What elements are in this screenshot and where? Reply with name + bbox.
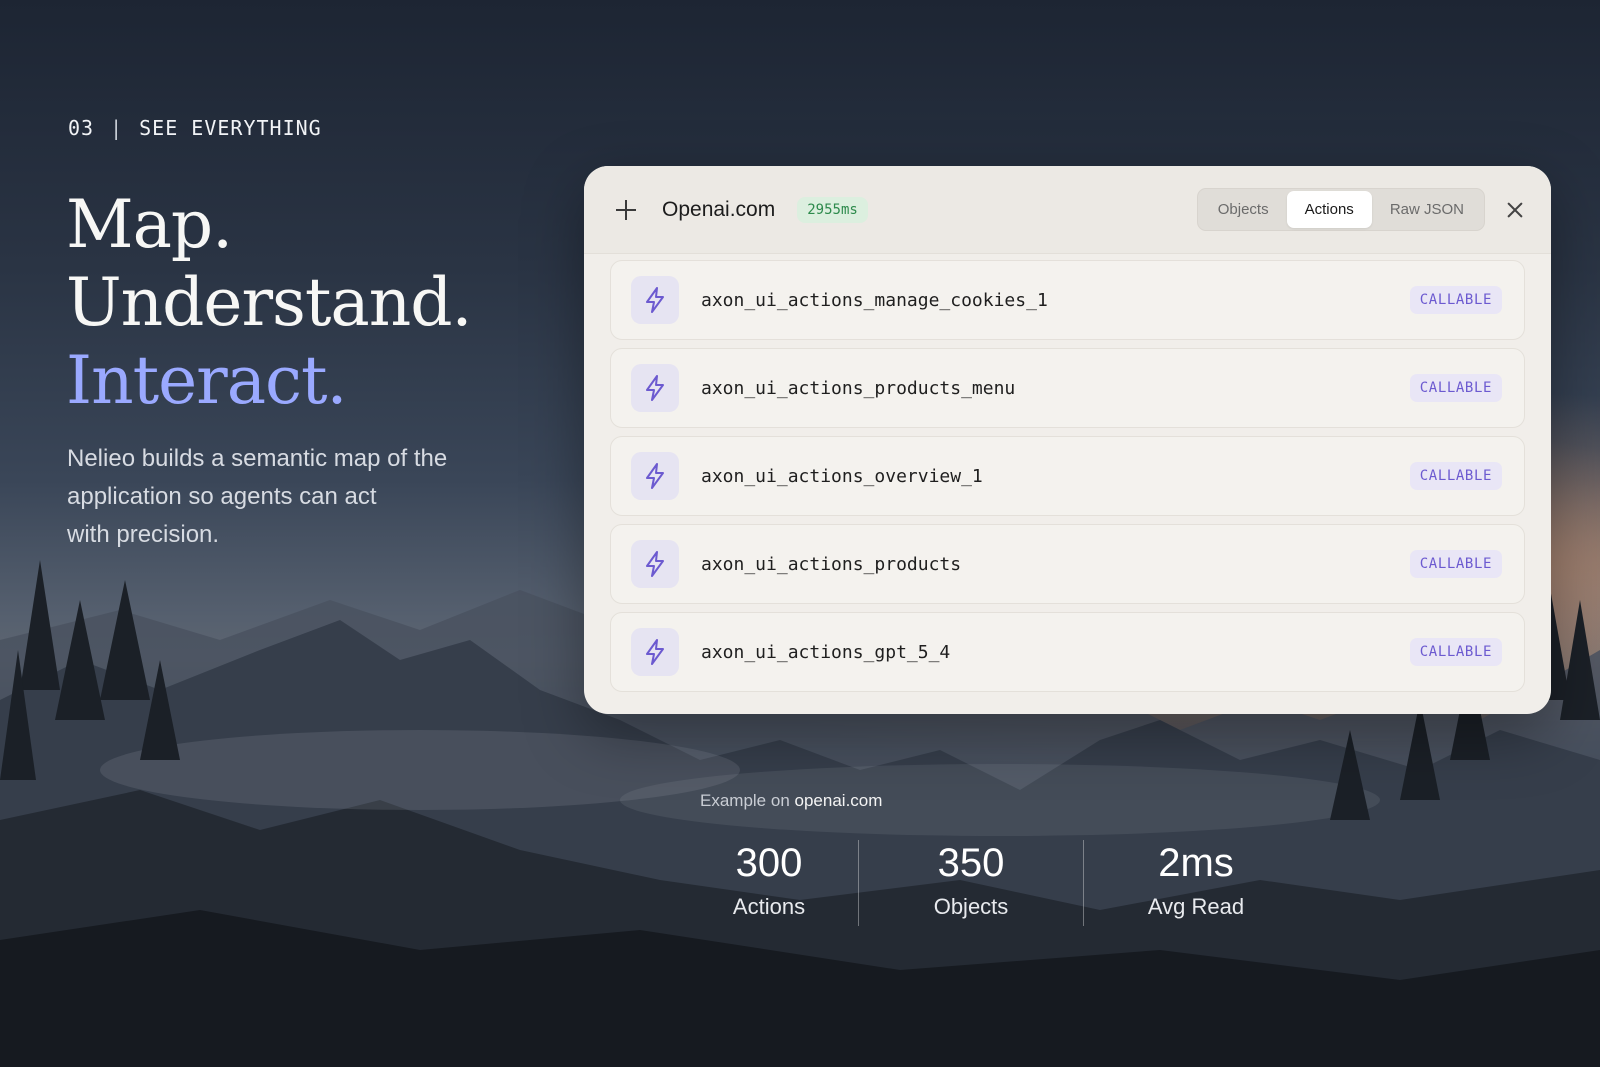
stat-value: 300 (735, 841, 803, 885)
action-name: axon_ui_actions_overview_1 (701, 465, 983, 487)
stat-objects: 350 Objects (858, 840, 1083, 926)
example-site: openai.com (794, 791, 883, 810)
section-eyebrow: 03 | SEE EVERYTHING (68, 116, 322, 140)
action-row[interactable]: axon_ui_actions_products_menu CALLABLE (610, 348, 1525, 428)
action-row[interactable]: axon_ui_actions_gpt_5_4 CALLABLE (610, 612, 1525, 692)
latency-badge: 2955ms (797, 196, 868, 223)
stat-avg-read: 2ms Avg Read (1083, 840, 1308, 926)
stat-value: 2ms (1158, 841, 1234, 885)
example-prefix: Example on (700, 791, 790, 810)
headline-understand: Understand. (66, 264, 472, 341)
description-line: with precision. (67, 521, 220, 548)
action-row[interactable]: axon_ui_actions_products CALLABLE (610, 524, 1525, 604)
actions-list: axon_ui_actions_manage_cookies_1 CALLABL… (584, 254, 1551, 692)
action-row[interactable]: axon_ui_actions_overview_1 CALLABLE (610, 436, 1525, 516)
semantic-map-panel: Openai.com 2955ms Objects Actions Raw JS… (584, 166, 1551, 714)
stats-row: 300 Actions 350 Objects 2ms Avg Read (680, 840, 1308, 926)
stat-label: Objects (933, 894, 1009, 919)
lightning-icon (631, 540, 679, 588)
headline: Map. Understand. Interact. (66, 186, 472, 420)
callable-badge: CALLABLE (1409, 638, 1502, 666)
stat-label: Actions (732, 894, 806, 919)
example-caption: Example on openai.com (700, 791, 882, 811)
action-name: axon_ui_actions_manage_cookies_1 (701, 289, 1048, 311)
tab-raw-json[interactable]: Raw JSON (1372, 191, 1482, 228)
stat-label: Avg Read (1147, 894, 1245, 919)
stat-value: 350 (937, 841, 1005, 885)
callable-badge: CALLABLE (1409, 286, 1502, 314)
section-number: 03 (68, 116, 95, 140)
view-tabs: Objects Actions Raw JSON (1196, 188, 1485, 231)
section-label: SEE EVERYTHING (139, 116, 322, 140)
section-separator: | (110, 116, 124, 140)
callable-badge: CALLABLE (1409, 550, 1502, 578)
callable-badge: CALLABLE (1409, 462, 1502, 490)
description-line: Nelieo builds a semantic map of the (67, 445, 448, 472)
tab-objects[interactable]: Objects (1200, 191, 1287, 228)
headline-map: Map. (66, 186, 233, 263)
action-name: axon_ui_actions_products (701, 553, 962, 575)
lightning-icon (631, 364, 679, 412)
action-name: axon_ui_actions_gpt_5_4 (701, 641, 951, 663)
stat-actions: 300 Actions (680, 840, 858, 926)
tab-actions[interactable]: Actions (1286, 191, 1372, 228)
callable-badge: CALLABLE (1409, 374, 1502, 402)
site-title: Openai.com (662, 197, 776, 221)
close-icon[interactable] (1505, 200, 1525, 220)
lightning-icon (631, 452, 679, 500)
headline-interact: Interact. (66, 342, 348, 419)
plus-icon[interactable] (614, 198, 638, 222)
lightning-icon (631, 628, 679, 676)
lightning-icon (631, 276, 679, 324)
description-line: application so agents can act (67, 483, 377, 510)
action-name: axon_ui_actions_products_menu (701, 377, 1016, 399)
panel-header: Openai.com 2955ms Objects Actions Raw JS… (584, 166, 1551, 254)
description: Nelieo builds a semantic map of the appl… (67, 440, 507, 554)
action-row[interactable]: axon_ui_actions_manage_cookies_1 CALLABL… (610, 260, 1525, 340)
